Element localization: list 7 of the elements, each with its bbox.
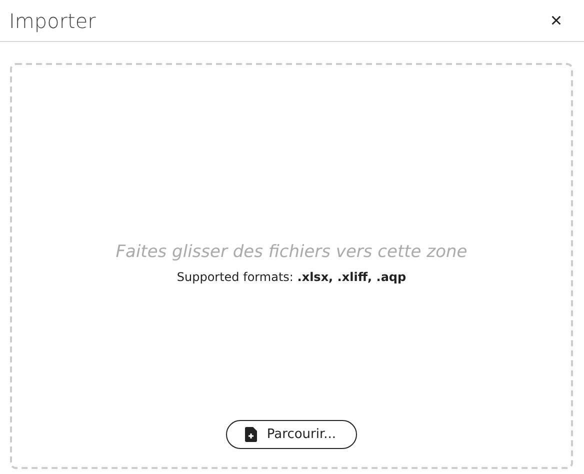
dialog-title: Importer <box>9 8 96 32</box>
file-plus-icon <box>244 427 257 442</box>
browse-button[interactable]: Parcourir... <box>226 420 358 449</box>
close-button[interactable]: × <box>550 10 562 30</box>
drop-zone[interactable]: Faites glisser des fichiers vers cette zone Supported formats: .xlsx, .xliff, .aqp Parcourir... <box>10 63 573 469</box>
supported-formats: Supported formats: .xlsx, .xliff, .aqp <box>176 270 406 284</box>
drop-hint: Faites glisser des fichiers vers cette zone <box>116 242 468 262</box>
